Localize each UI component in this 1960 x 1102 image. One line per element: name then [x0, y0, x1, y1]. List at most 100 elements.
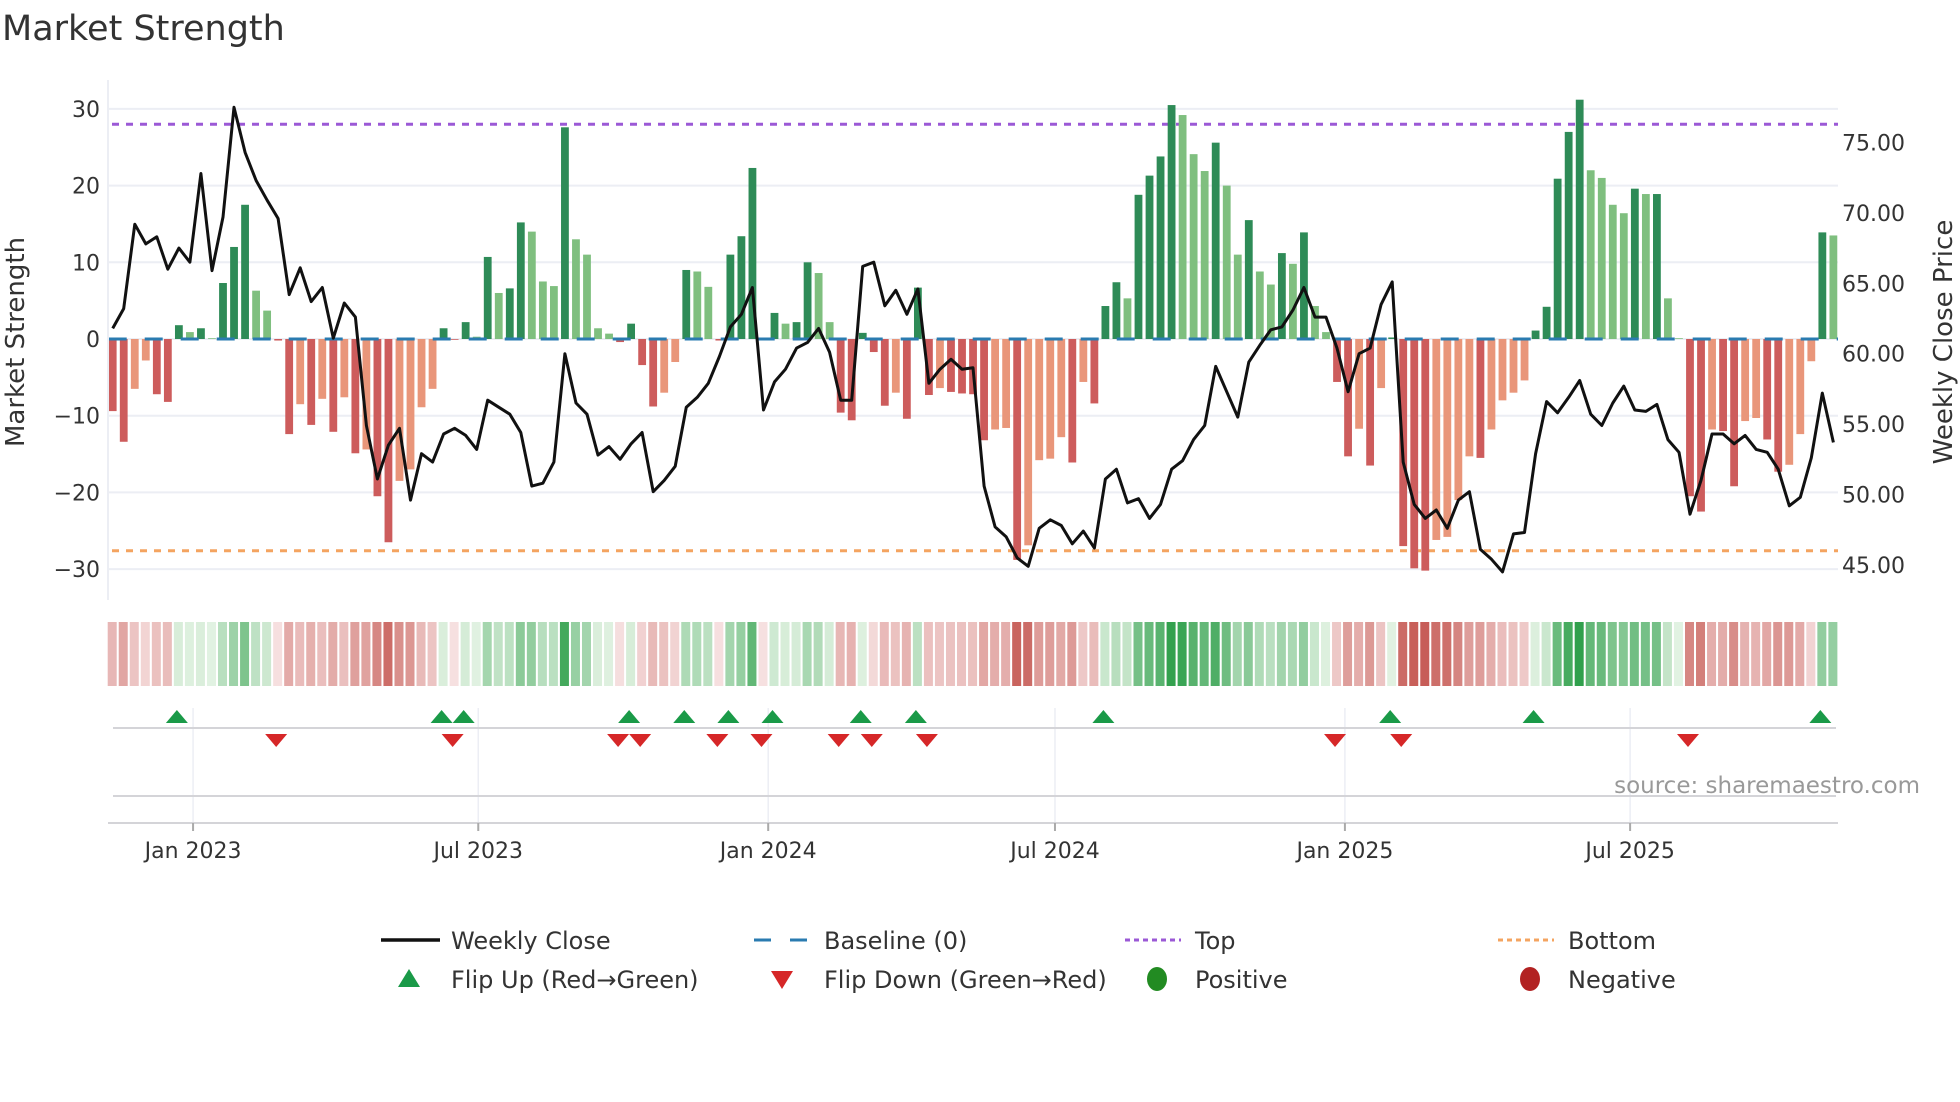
strength-bar: [208, 338, 216, 339]
strength-bar: [1233, 254, 1242, 339]
heat-cell: [151, 622, 161, 686]
y2-tick-label: 50.00: [1842, 484, 1905, 509]
y2-tick-label: 45.00: [1842, 554, 1905, 579]
flip-up-marker: [452, 710, 475, 723]
flip-up-marker: [1379, 710, 1402, 723]
strength-bar: [1057, 339, 1066, 438]
strength-bar: [329, 339, 338, 432]
legend-label: Top: [1194, 927, 1236, 955]
heat-cell: [1045, 622, 1055, 686]
heat-cell: [1530, 622, 1540, 686]
heat-cell: [714, 622, 724, 686]
x-tick-label: Jul 2023: [432, 839, 524, 864]
flip-markers: [113, 710, 1836, 797]
strength-bar: [461, 322, 470, 339]
heat-cell: [736, 622, 746, 686]
heat-cell: [1166, 622, 1176, 686]
strength-bar: [1796, 339, 1805, 435]
heat-cell: [934, 622, 944, 686]
heat-cell: [460, 622, 470, 686]
strength-bar: [1068, 339, 1077, 463]
strength-bar: [1597, 177, 1606, 339]
strength-bar: [1002, 339, 1011, 428]
legend-label: Weekly Close: [451, 927, 611, 955]
heat-cell: [416, 622, 426, 686]
strength-bar: [1818, 232, 1827, 339]
heat-cell: [1321, 622, 1330, 686]
flip-up-marker: [165, 710, 188, 723]
heat-cell: [350, 622, 360, 686]
x-tick-label: Jul 2025: [1583, 839, 1675, 864]
flip-up-marker: [430, 710, 453, 723]
heat-cell: [957, 622, 967, 686]
heat-cell: [295, 622, 305, 686]
heat-cell: [361, 622, 371, 686]
heat-cell: [979, 622, 989, 686]
legend-label: Flip Up (Red→Green): [451, 966, 699, 994]
heat-cell: [1133, 622, 1143, 686]
strength-bar: [825, 322, 834, 339]
strength-bar: [1178, 115, 1187, 339]
strength-bar: [1542, 306, 1551, 339]
flip-down-marker: [441, 734, 464, 747]
strength-bar: [108, 339, 117, 412]
strength-bar: [1244, 220, 1253, 339]
heat-cell: [1828, 622, 1838, 686]
heat-cell: [273, 622, 283, 686]
heat-cell: [813, 622, 823, 686]
strength-bar: [594, 328, 602, 339]
heat-cell: [173, 622, 183, 686]
heat-cell: [372, 622, 382, 686]
strength-bar: [450, 339, 459, 340]
strength-bar: [781, 323, 790, 339]
strength-bar: [1686, 339, 1694, 497]
heat-cell: [317, 622, 327, 686]
heat-cell: [681, 622, 691, 686]
strength-bar: [803, 262, 812, 339]
heat-cell: [570, 622, 580, 686]
heat-cell: [901, 622, 911, 686]
heat-cell: [615, 622, 625, 686]
strength-bar: [1366, 339, 1375, 466]
y-tick-label: 30: [72, 98, 100, 123]
strength-bar: [550, 286, 558, 339]
strength-bar: [1520, 339, 1529, 381]
heat-cell: [1508, 622, 1518, 686]
strength-bar: [638, 339, 647, 366]
heat-cell: [1354, 622, 1364, 686]
strength-bar: [1013, 339, 1022, 560]
strength-bars: [108, 99, 1838, 571]
strength-bar: [1619, 213, 1628, 339]
heat-cell: [427, 622, 437, 686]
strength-bar: [1410, 339, 1419, 569]
heat-cell: [747, 622, 757, 686]
heat-cell: [1431, 622, 1441, 686]
heat-cell: [846, 622, 856, 686]
x-axis: Jan 2023 Jul 2023 Jan 2024 Jul 2024 Jan 2025…: [108, 822, 1838, 864]
heat-cell: [394, 622, 404, 686]
heat-cell: [1442, 622, 1452, 686]
heat-cell: [990, 622, 1000, 686]
strength-bar: [428, 339, 437, 389]
flip-down-marker: [860, 734, 883, 747]
flip-up-marker: [761, 710, 784, 723]
heat-cell: [229, 622, 239, 686]
heat-cell: [1023, 622, 1033, 686]
strength-bar: [1664, 298, 1672, 339]
heat-cell: [1729, 622, 1739, 686]
strength-bar: [737, 236, 746, 339]
heat-cell: [1210, 622, 1220, 686]
heat-cell: [1332, 622, 1342, 686]
heat-cell: [339, 622, 349, 686]
strength-bar: [1575, 99, 1584, 339]
strength-bar: [527, 231, 536, 339]
strength-bar: [1630, 188, 1639, 339]
heat-cell: [1519, 622, 1529, 686]
heat-cell: [1387, 622, 1397, 686]
market-strength-chart: Market Strength 30 20 10 0 −10 −20 −30 75.00 70.…: [1, 9, 1959, 994]
strength-bar: [406, 339, 415, 470]
strength-bar: [980, 339, 988, 441]
flip-up-marker: [1522, 710, 1545, 723]
heat-cell: [1420, 622, 1430, 686]
strength-bar: [1586, 170, 1595, 339]
